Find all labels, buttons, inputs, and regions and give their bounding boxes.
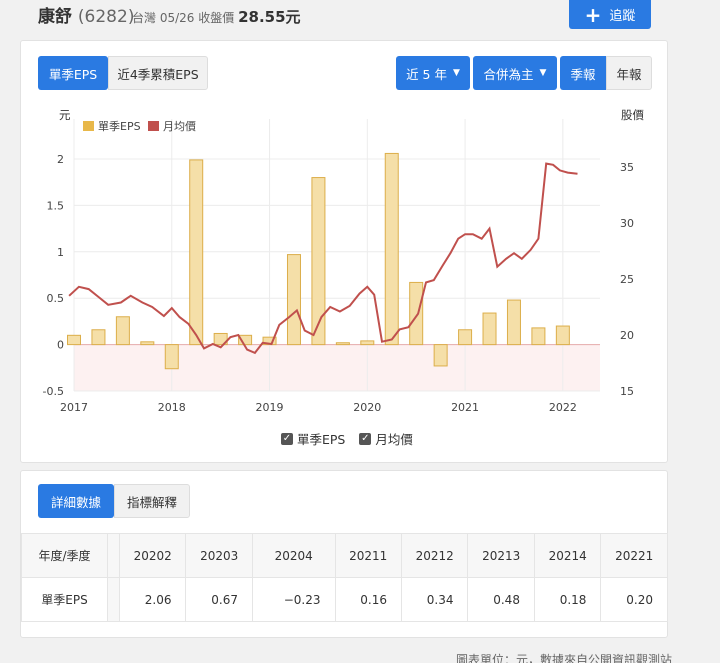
eps-bar [91,329,106,346]
legend-price-label: 月均價 [163,119,196,133]
left-tick-label: 1 [57,246,64,259]
eps-bar [189,159,204,346]
eps-value-cell: 0.67 [185,577,253,622]
eps-bar [433,344,448,367]
close-price: 28.55元 [238,8,301,26]
stock-header: 康舒 (6282) 台灣 05/26 收盤價 28.55元 + 追蹤 [20,0,668,30]
checkbox-icon: ✓ [359,432,372,445]
period-header: 20212 [400,533,469,578]
left-tick-label: -0.5 [43,385,64,398]
quote-info: 台灣 05/26 收盤價 28.55元 [132,6,301,27]
eps-bar [360,340,375,346]
tab-detail-label: 詳細數據 [50,494,101,510]
table-header-row: 年度/季度 20202 20203 20204 20211 20212 20213 2021… [21,533,668,578]
toggle-eps[interactable]: ✓ 單季EPS [281,429,345,448]
detail-card: 詳細數據 指標解釋 年度/季度 20202 20203 20204 20211 2021… [20,470,668,638]
period-header: 20211 [334,533,402,578]
footnote: 圖表單位：元，數據來自公開資訊觀測站 [456,653,673,663]
eps-bar [555,325,570,346]
eps-price-chart: -0.5 0 0.5 1 1.5 2 15 20 25 30 35 2017 2018 2019 2020 2… [43,108,645,414]
period-header: 20214 [533,533,602,578]
eps-value-cell: 0.34 [400,577,469,622]
period-header: 20204 [251,533,336,578]
toggle-eps-label: 單季EPS [297,432,346,447]
tab-explain-label: 指標解釋 [126,494,177,510]
x-tick-label: 2017 [60,401,88,414]
y-right-axis-label: 股價 [621,108,644,122]
period-header: 20203 [185,533,253,578]
eps-value-cell: 0.16 [334,577,402,622]
legend-eps-swatch [83,121,94,131]
eps-bar [531,327,546,346]
eps-chart-card: 單季EPS 近4季累積EPS 近 5 年 ▼ 合併為主 ▼ 季報 年報 -0.5 0 0… [20,40,668,463]
eps-bar [311,177,326,346]
period-header: 20221 [600,533,668,578]
x-tick-label: 2022 [549,401,577,414]
right-tick-label: 35 [620,161,634,174]
plus-icon: + [584,2,602,27]
table-divider [107,577,120,622]
right-tick-label: 20 [620,329,634,342]
left-tick-label: 0 [57,339,64,352]
eps-bar [164,344,179,370]
eps-bar [482,312,497,346]
stock-code: (6282) [77,7,135,27]
eps-bar [67,334,81,346]
toggle-price[interactable]: ✓ 月均價 [359,429,413,448]
right-tick-label: 30 [620,217,634,230]
market-label: 台灣 [132,11,157,25]
eps-bar [384,152,399,346]
table-row: 單季EPS 2.06 0.67 −0.23 0.16 0.34 0.48 0.18 0.20 [21,577,668,622]
eps-bar [335,342,350,346]
table-header-label: 年度/季度 [21,533,108,578]
left-tick-label: 0.5 [47,292,65,305]
x-tick-label: 2020 [353,401,381,414]
toggle-price-label: 月均價 [375,432,413,447]
negative-band [74,344,600,391]
tab-explain[interactable]: 指標解釋 [114,484,190,518]
right-tick-label: 15 [620,385,634,398]
eps-value-cell: 0.48 [467,577,535,622]
row-label: 單季EPS [21,577,108,622]
table-divider [107,533,120,578]
eps-bar [286,254,301,346]
period-header: 20213 [467,533,535,578]
checkbox-icon: ✓ [281,432,293,445]
x-tick-label: 2018 [158,401,186,414]
series-toggles: ✓ 單季EPS ✓ 月均價 [281,429,413,448]
eps-bar [140,341,155,346]
eps-bar [506,299,521,346]
follow-button[interactable]: + 追蹤 [569,0,651,29]
stock-name: 康舒 [38,7,72,27]
follow-label: 追蹤 [609,9,636,24]
eps-value-cell: −0.23 [251,577,336,622]
legend-price-swatch [148,121,159,131]
eps-value-cell: 0.18 [533,577,602,622]
eps-bar [115,316,130,346]
price-label: 收盤價 [198,11,235,25]
left-tick-label: 2 [57,153,64,166]
period-header: 20202 [118,533,187,578]
eps-bar [458,329,473,346]
x-tick-label: 2019 [256,401,284,414]
right-tick-label: 25 [620,273,634,286]
eps-value-cell: 2.06 [118,577,187,622]
y-left-axis-label: 元 [59,108,71,122]
x-tick-label: 2021 [451,401,479,414]
quote-date: 05/26 [159,11,195,25]
tab-detail[interactable]: 詳細數據 [38,484,114,518]
eps-table: 年度/季度 20202 20203 20204 20211 20212 20213 2021… [21,533,668,622]
eps-value-cell: 0.20 [600,577,668,622]
legend-eps-label: 單季EPS [98,120,141,133]
eps-bar [409,281,424,346]
left-tick-label: 1.5 [47,199,65,212]
stock-title: 康舒 (6282) [38,2,134,27]
